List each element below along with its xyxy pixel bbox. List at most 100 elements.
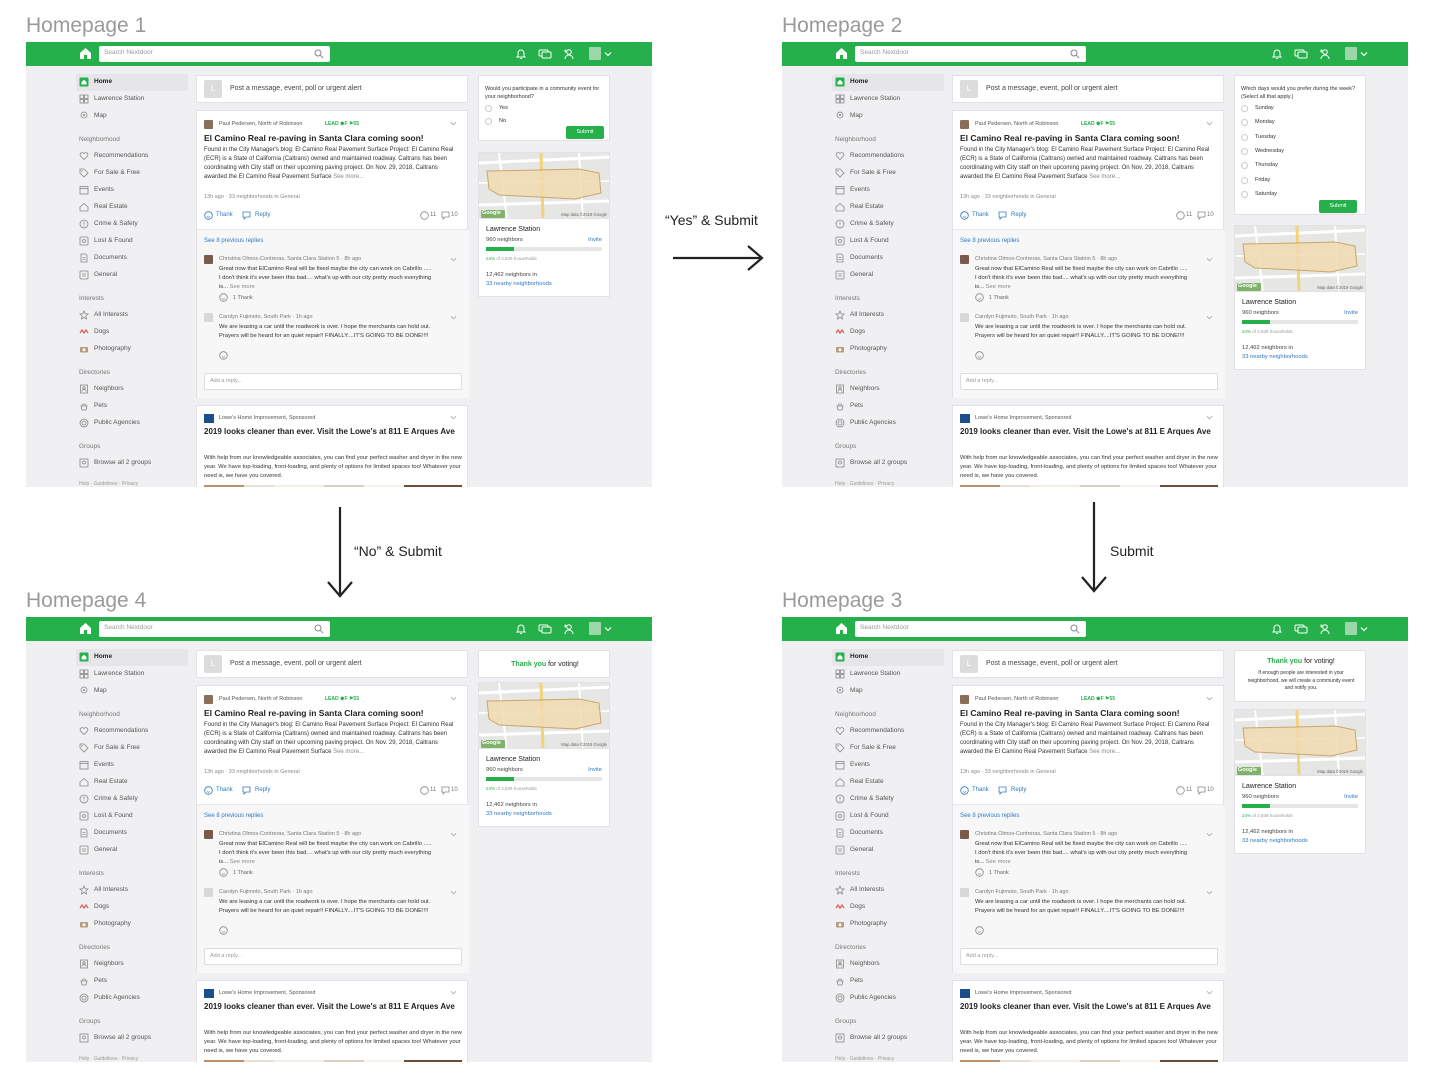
sidebar-item-lawrence-station[interactable]: Lawrence Station — [832, 93, 944, 107]
comment-menu-chevron-icon[interactable] — [1206, 831, 1213, 838]
composer-placeholder[interactable]: Post a message, event, poll or urgent al… — [986, 660, 1118, 667]
sidebar-item-public-agencies[interactable]: Public Agencies — [832, 992, 944, 1006]
nextdoor-logo-icon[interactable] — [835, 47, 848, 60]
sidebar-item-crime-safety[interactable]: Crime & Safety — [76, 218, 188, 232]
account-avatar[interactable] — [589, 622, 601, 635]
author-avatar[interactable] — [960, 120, 969, 129]
sidebar-item-map[interactable]: Map — [76, 110, 188, 124]
sidebar-item-photography[interactable]: Photography — [76, 918, 188, 932]
comment-avatar[interactable] — [204, 888, 213, 897]
invite-link[interactable]: Invite — [1344, 794, 1358, 800]
sidebar-item-home[interactable]: Home — [832, 76, 944, 90]
reply-bubble-icon[interactable] — [242, 211, 251, 220]
poll-option-radio[interactable] — [1241, 190, 1248, 198]
ad-title[interactable]: 2019 looks cleaner than ever. Visit the … — [204, 427, 462, 437]
search-icon[interactable] — [1070, 624, 1080, 634]
comment-avatar[interactable] — [960, 313, 969, 322]
sidebar-item-public-agencies[interactable]: Public Agencies — [832, 417, 944, 431]
reply-bubble-icon[interactable] — [242, 786, 251, 795]
nextdoor-logo-icon[interactable] — [79, 622, 92, 635]
invite-link[interactable]: Invite — [588, 237, 602, 243]
comment-menu-chevron-icon[interactable] — [1206, 314, 1213, 321]
post-composer[interactable]: L Post a message, event, poll or urgent … — [196, 75, 468, 103]
add-neighbor-icon[interactable] — [563, 623, 575, 635]
reply-bubble-icon[interactable] — [998, 786, 1007, 795]
previous-replies-link[interactable]: See 8 previous replies — [204, 813, 263, 819]
sidebar-item-browse-all-2-groups[interactable]: Browse all 2 groups — [76, 457, 188, 471]
nearby-neighborhoods-link[interactable]: 33 nearby neighborhoods — [1242, 838, 1308, 844]
sidebar-item-recommendations[interactable]: Recommendations — [832, 725, 944, 739]
sidebar-item-all-interests[interactable]: All Interests — [832, 884, 944, 898]
sidebar-item-events[interactable]: Events — [832, 759, 944, 773]
invite-link[interactable]: Invite — [1344, 310, 1358, 316]
ad-title[interactable]: 2019 looks cleaner than ever. Visit the … — [960, 1002, 1218, 1012]
ad-author[interactable]: Lowe's Home Improvement, Sponsored — [219, 990, 315, 996]
comment-avatar[interactable] — [204, 313, 213, 322]
neighborhood-name[interactable]: Lawrence Station — [486, 226, 540, 233]
post-composer[interactable]: L Post a message, event, poll or urgent … — [952, 75, 1224, 103]
sidebar-item-lawrence-station[interactable]: Lawrence Station — [76, 668, 188, 682]
sidebar-item-real-estate[interactable]: Real Estate — [832, 201, 944, 215]
comment-see-more[interactable]: See more — [230, 284, 255, 290]
sidebar-item-events[interactable]: Events — [76, 759, 188, 773]
sidebar-item-real-estate[interactable]: Real Estate — [76, 776, 188, 790]
sidebar-item-map[interactable]: Map — [76, 685, 188, 699]
thank-smiley-icon[interactable] — [204, 786, 213, 795]
post-author[interactable]: Paul Pedersen, North of Robinson — [975, 121, 1058, 127]
sidebar-item-neighbors[interactable]: Neighbors — [832, 383, 944, 397]
poll-option-tuesday[interactable]: Tuesday — [1241, 133, 1351, 144]
post-composer[interactable]: L Post a message, event, poll or urgent … — [196, 650, 468, 678]
comment-see-more[interactable]: See more — [230, 859, 255, 865]
sidebar-item-lawrence-station[interactable]: Lawrence Station — [832, 668, 944, 682]
post-menu-chevron-icon[interactable] — [1206, 695, 1213, 702]
post-author[interactable]: Paul Pedersen, North of Robinson — [219, 696, 302, 702]
sidebar-item-public-agencies[interactable]: Public Agencies — [76, 417, 188, 431]
post-menu-chevron-icon[interactable] — [450, 120, 457, 127]
thank-smiley-icon[interactable] — [960, 211, 969, 220]
sidebar-item-for-sale-free[interactable]: For Sale & Free — [76, 742, 188, 756]
sidebar-item-lost-found[interactable]: Lost & Found — [76, 810, 188, 824]
comment-menu-chevron-icon[interactable] — [1206, 256, 1213, 263]
comment-author[interactable]: Christina Olmos-Contreras, Santa Clara S… — [975, 831, 1117, 837]
nextdoor-logo-icon[interactable] — [79, 47, 92, 60]
ad-menu-chevron-icon[interactable] — [1206, 414, 1213, 421]
chevron-down-icon[interactable] — [1360, 625, 1368, 633]
comment-see-more[interactable]: See more — [986, 859, 1011, 865]
previous-replies-link[interactable]: See 8 previous replies — [204, 238, 263, 244]
nearby-neighborhoods-link[interactable]: 33 nearby neighborhoods — [486, 811, 552, 817]
search-icon[interactable] — [1070, 49, 1080, 59]
poll-option-radio[interactable] — [1241, 119, 1248, 127]
ad-menu-chevron-icon[interactable] — [450, 989, 457, 996]
poll-option-radio[interactable] — [485, 105, 492, 112]
comment-author[interactable]: Carolyn Fujimoto, South Park · 1h ago — [975, 314, 1069, 320]
account-avatar[interactable] — [1345, 47, 1357, 60]
bell-icon[interactable] — [515, 48, 527, 60]
author-avatar[interactable] — [204, 120, 213, 129]
ad-author[interactable]: Lowe's Home Improvement, Sponsored — [975, 415, 1071, 421]
sidebar-item-dogs[interactable]: Dogs — [832, 901, 944, 915]
search-input[interactable]: Search Nextdoor — [99, 621, 330, 637]
post-menu-chevron-icon[interactable] — [450, 695, 457, 702]
comment-author[interactable]: Christina Olmos-Contreras, Santa Clara S… — [219, 831, 361, 837]
comment-avatar[interactable] — [204, 830, 213, 839]
comment-avatar[interactable] — [204, 255, 213, 264]
sidebar-item-recommendations[interactable]: Recommendations — [76, 150, 188, 164]
sidebar-item-documents[interactable]: Documents — [76, 252, 188, 266]
chevron-down-icon[interactable] — [604, 50, 612, 58]
sidebar-item-map[interactable]: Map — [832, 110, 944, 124]
author-avatar[interactable] — [204, 695, 213, 704]
sidebar-item-recommendations[interactable]: Recommendations — [76, 725, 188, 739]
comment-menu-chevron-icon[interactable] — [450, 889, 457, 896]
comment-avatar[interactable] — [960, 888, 969, 897]
poll-option-yes[interactable]: Yes — [485, 105, 595, 115]
see-more-link[interactable]: See more... — [1089, 749, 1120, 755]
poll-option-thursday[interactable]: Thursday — [1241, 162, 1351, 172]
sidebar-item-neighbors[interactable]: Neighbors — [832, 958, 944, 972]
sidebar-footer[interactable]: Help · Guidelines · Privacy — [79, 481, 138, 487]
chevron-down-icon[interactable] — [1360, 50, 1368, 58]
add-reply-input[interactable]: Add a reply... — [960, 948, 1218, 965]
lowes-logo[interactable] — [204, 414, 214, 423]
thank-button[interactable]: Thank — [216, 212, 233, 218]
sidebar-item-events[interactable]: Events — [832, 184, 944, 198]
author-avatar[interactable] — [960, 695, 969, 704]
